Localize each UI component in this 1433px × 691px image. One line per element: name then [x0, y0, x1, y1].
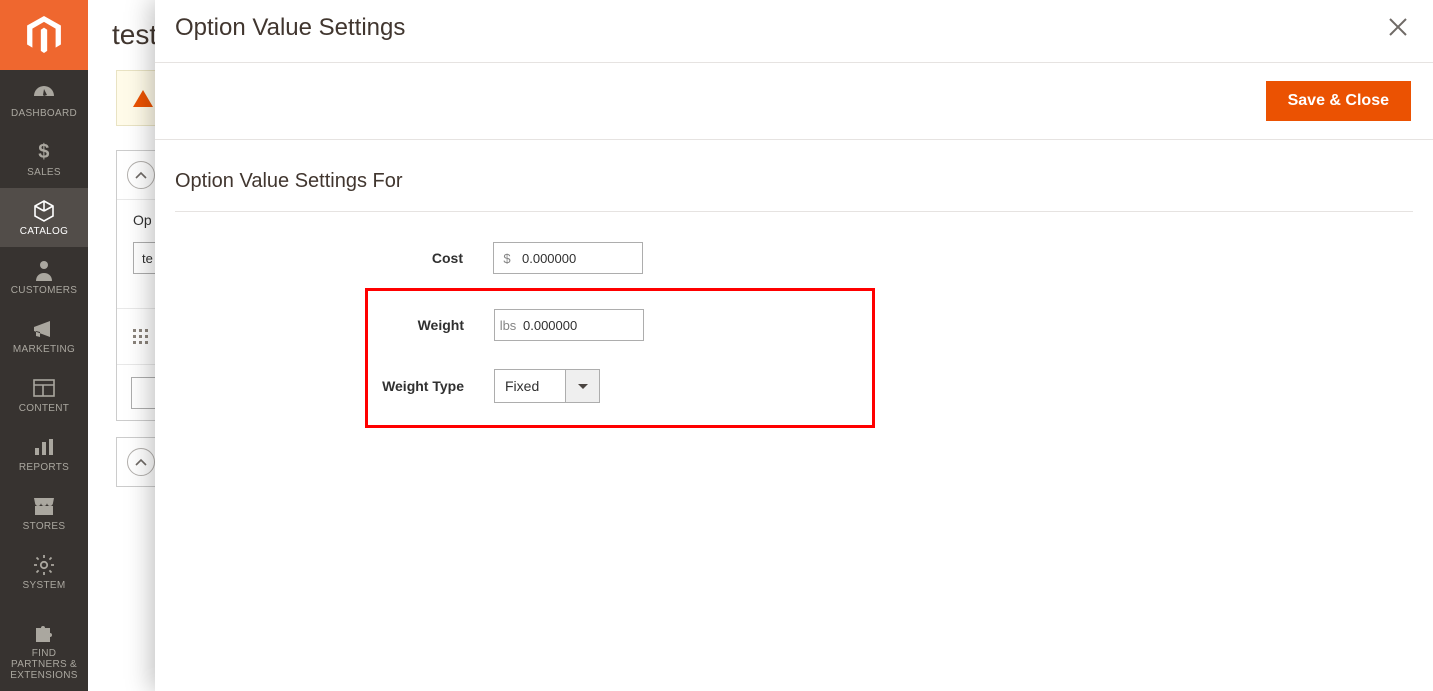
close-button[interactable]: [1387, 16, 1411, 40]
weight-type-row: Weight Type Fixed: [368, 369, 872, 403]
cost-input[interactable]: [520, 243, 700, 273]
sidebar-item-stores[interactable]: STORES: [0, 483, 88, 542]
sidebar-item-reports[interactable]: REPORTS: [0, 424, 88, 483]
gear-icon: [31, 554, 57, 576]
save-and-close-button[interactable]: Save & Close: [1266, 81, 1411, 121]
sidebar-item-label: CUSTOMERS: [11, 285, 77, 296]
sidebar-item-label: STORES: [23, 521, 66, 532]
weight-label: Weight: [368, 317, 494, 333]
sidebar-item-system[interactable]: SYSTEM: [0, 542, 88, 601]
cost-currency-prefix: $: [494, 243, 520, 273]
weight-input-wrapper: lbs: [494, 309, 644, 341]
weight-type-label: Weight Type: [368, 378, 494, 394]
option-value-settings-modal: Option Value Settings Save & Close Optio…: [155, 0, 1433, 691]
megaphone-icon: [31, 318, 57, 340]
weight-input[interactable]: [521, 310, 701, 340]
sidebar-item-sales[interactable]: $ SALES: [0, 129, 88, 188]
cost-row: Cost $: [175, 242, 1413, 274]
sidebar-item-content[interactable]: CONTENT: [0, 365, 88, 424]
sidebar-item-customers[interactable]: CUSTOMERS: [0, 247, 88, 306]
magento-logo[interactable]: [0, 0, 88, 70]
weight-type-select[interactable]: Fixed: [494, 369, 600, 403]
collapse-toggle[interactable]: [127, 161, 155, 189]
collapse-toggle[interactable]: [127, 448, 155, 476]
modal-title: Option Value Settings: [175, 14, 405, 42]
layout-icon: [31, 377, 57, 399]
sidebar-item-label: FIND PARTNERS & EXTENSIONS: [4, 648, 84, 681]
sidebar-item-label: SYSTEM: [23, 580, 66, 591]
highlighted-weight-section: Weight lbs Weight Type Fixed: [365, 288, 875, 428]
cube-icon: [31, 200, 57, 222]
bar-chart-icon: [31, 436, 57, 458]
cost-input-wrapper: $: [493, 242, 643, 274]
chevron-up-icon: [135, 171, 147, 179]
storefront-icon: [31, 495, 57, 517]
sidebar-item-catalog[interactable]: CATALOG: [0, 188, 88, 247]
weight-type-dropdown-trigger[interactable]: [566, 369, 600, 403]
modal-toolbar: Save & Close: [155, 62, 1433, 140]
chevron-up-icon: [135, 458, 147, 466]
weight-row: Weight lbs: [368, 309, 872, 341]
modal-body: Option Value Settings For Cost $ Weight: [155, 140, 1433, 458]
weight-unit-prefix: lbs: [495, 310, 521, 340]
modal-header: Option Value Settings: [155, 0, 1433, 62]
weight-type-value: Fixed: [494, 369, 566, 403]
sidebar-item-label: MARKETING: [13, 344, 75, 355]
magento-logo-icon: [27, 16, 61, 54]
sidebar-item-find-partners[interactable]: FIND PARTNERS & EXTENSIONS: [0, 610, 88, 691]
warning-triangle-icon: [133, 90, 153, 107]
option-label-fragment: Op: [133, 212, 152, 228]
cost-label: Cost: [175, 250, 493, 266]
sidebar-item-label: CATALOG: [20, 226, 68, 237]
dollar-icon: $: [31, 141, 57, 163]
person-icon: [31, 259, 57, 281]
caret-down-icon: [578, 384, 588, 389]
sidebar-item-label: SALES: [27, 167, 61, 178]
drag-handle-icon[interactable]: [133, 329, 148, 344]
sidebar-item-label: DASHBOARD: [11, 108, 77, 119]
admin-sidebar: DASHBOARD $ SALES CATALOG CUSTOMERS MARK…: [0, 0, 88, 691]
gauge-icon: [31, 82, 57, 104]
modal-subtitle: Option Value Settings For: [175, 170, 1413, 212]
sidebar-item-marketing[interactable]: MARKETING: [0, 306, 88, 365]
page-title: test: [112, 19, 157, 51]
sidebar-item-label: REPORTS: [19, 462, 69, 473]
close-icon: [1387, 16, 1409, 38]
sidebar-item-label: CONTENT: [19, 403, 69, 414]
puzzle-icon: [31, 622, 57, 644]
sidebar-item-dashboard[interactable]: DASHBOARD: [0, 70, 88, 129]
